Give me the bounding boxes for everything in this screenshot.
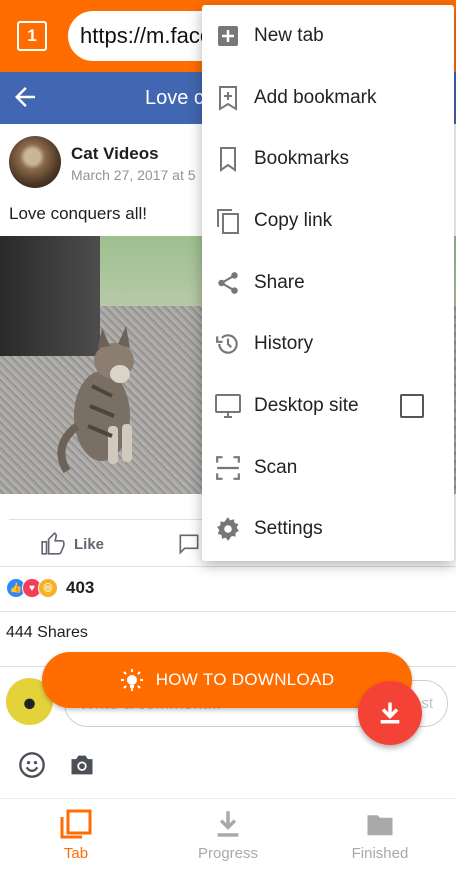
menu-item-bookmarks[interactable]: Bookmarks	[202, 128, 454, 190]
copy-icon	[214, 207, 242, 235]
menu-item-desktop-site[interactable]: Desktop site	[202, 375, 454, 437]
nav-progress[interactable]: Progress	[152, 799, 304, 869]
gear-icon	[214, 515, 242, 543]
menu-item-settings[interactable]: Settings	[202, 499, 454, 561]
thumbs-up-icon	[41, 532, 65, 555]
back-arrow-icon[interactable]	[10, 82, 40, 112]
comment-button[interactable]	[176, 531, 202, 562]
download-fab[interactable]	[358, 681, 422, 745]
download-progress-icon	[217, 811, 239, 837]
history-icon	[214, 330, 242, 358]
share-icon	[214, 269, 242, 297]
tabs-icon	[60, 809, 92, 839]
menu-item-share[interactable]: Share	[202, 252, 454, 314]
menu-item-scan[interactable]: Scan	[202, 437, 454, 499]
menu-item-copy-link[interactable]: Copy link	[202, 190, 454, 252]
menu-label: Bookmarks	[254, 148, 350, 170]
menu-item-history[interactable]: History	[202, 313, 454, 375]
camera-icon[interactable]	[68, 752, 96, 778]
how-to-download-button[interactable]: HOW TO DOWNLOAD	[42, 652, 412, 708]
nav-progress-label: Progress	[197, 845, 259, 862]
reaction-summary[interactable]: 👍 ♥ 😆 403	[6, 576, 94, 600]
menu-label: Share	[254, 271, 305, 293]
tab-count-button[interactable]: 1	[17, 21, 47, 51]
nav-finished-label: Finished	[351, 845, 409, 862]
nav-tab[interactable]: Tab	[0, 799, 152, 869]
add-bookmark-icon	[214, 84, 242, 112]
menu-item-add-bookmark[interactable]: Add bookmark	[202, 67, 454, 129]
menu-label: Desktop site	[254, 394, 359, 416]
menu-label: Settings	[254, 518, 323, 540]
menu-label: History	[254, 333, 314, 355]
divider	[0, 611, 456, 612]
bottom-navigation: Tab Progress Finished	[0, 798, 456, 869]
haha-reaction-icon: 😆	[38, 578, 58, 598]
nav-finished[interactable]: Finished	[304, 799, 456, 869]
desktop-site-checkbox[interactable]	[400, 394, 424, 419]
post-date[interactable]: March 27, 2017 at 5	[71, 167, 196, 183]
monitor-icon	[214, 392, 242, 420]
menu-label: Copy link	[254, 209, 333, 231]
emoji-icon[interactable]	[18, 751, 46, 779]
how-to-download-label: HOW TO DOWNLOAD	[155, 670, 335, 689]
bookmark-icon	[214, 145, 242, 173]
plus-square-icon	[214, 22, 242, 50]
comment-icon	[179, 534, 199, 555]
divider	[0, 566, 456, 567]
download-icon	[380, 702, 400, 724]
lightbulb-icon	[120, 669, 143, 691]
menu-label: Add bookmark	[254, 86, 377, 108]
nav-tab-label: Tab	[63, 845, 89, 862]
cat-figure	[57, 326, 134, 474]
share-count[interactable]: 444 Shares	[6, 624, 88, 642]
scan-icon	[214, 454, 242, 482]
menu-item-new-tab[interactable]: New tab	[202, 5, 454, 67]
menu-label: Scan	[254, 456, 298, 478]
like-label: Like	[74, 535, 105, 553]
like-button[interactable]: Like	[40, 530, 104, 558]
overflow-menu: New tab Add bookmark Bookmarks Copy link…	[202, 5, 454, 561]
post-author[interactable]: Cat Videos	[71, 144, 159, 164]
folder-icon	[367, 815, 393, 836]
author-avatar[interactable]	[9, 136, 61, 188]
menu-label: New tab	[254, 24, 324, 46]
post-text: Love conquers all!	[9, 204, 147, 223]
reaction-count: 403	[66, 578, 95, 597]
